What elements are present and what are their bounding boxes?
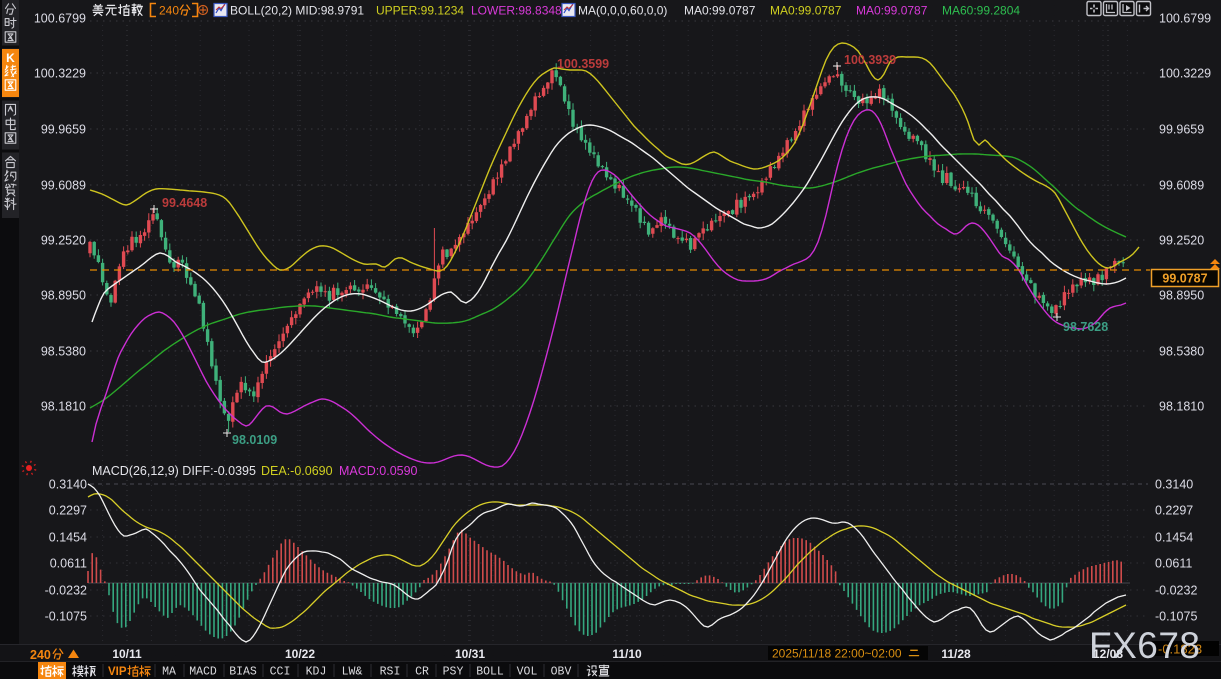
svg-text:BIAS: BIAS	[229, 666, 257, 679]
svg-text:100.3939: 100.3939	[844, 53, 896, 67]
svg-text:0.2297: 0.2297	[1155, 504, 1193, 518]
svg-text:LW&: LW&	[342, 666, 363, 679]
svg-text:0.3140: 0.3140	[1155, 478, 1193, 492]
svg-text:99.9659: 99.9659	[41, 123, 86, 137]
svg-text:MACD: MACD	[189, 666, 217, 679]
svg-text:11/10: 11/10	[612, 647, 642, 661]
svg-text:98.1810: 98.1810	[41, 400, 86, 414]
svg-text:10/22: 10/22	[285, 647, 315, 661]
svg-text:98.8950: 98.8950	[1159, 289, 1204, 303]
svg-text:100.3229: 100.3229	[1159, 67, 1211, 81]
svg-text:99.4648: 99.4648	[162, 196, 207, 210]
svg-text:98.5380: 98.5380	[41, 345, 86, 359]
svg-text:MA60:99.2804: MA60:99.2804	[942, 4, 1020, 18]
svg-text:98.5380: 98.5380	[1159, 345, 1204, 359]
svg-text:99.6089: 99.6089	[41, 179, 86, 193]
svg-text:BOLL: BOLL	[476, 666, 504, 679]
svg-text:99.2520: 99.2520	[41, 234, 86, 248]
svg-text:RSI: RSI	[380, 666, 401, 679]
svg-text:100.6799: 100.6799	[1159, 12, 1211, 26]
svg-text:DEA:-0.0690: DEA:-0.0690	[261, 464, 333, 478]
svg-text:K: K	[6, 51, 15, 65]
svg-text:MA0:99.0787: MA0:99.0787	[856, 4, 928, 18]
svg-text:100.3599: 100.3599	[557, 57, 609, 71]
svg-text:MA0:99.0787: MA0:99.0787	[770, 4, 842, 18]
svg-text:-0.1075: -0.1075	[1155, 610, 1197, 624]
svg-text:98.1810: 98.1810	[1159, 400, 1204, 414]
svg-text:MACD:0.0590: MACD:0.0590	[339, 464, 418, 478]
svg-text:10/31: 10/31	[455, 647, 485, 661]
svg-text:10/11: 10/11	[112, 647, 142, 661]
svg-text:98.0109: 98.0109	[232, 433, 277, 447]
svg-text:VOL: VOL	[517, 666, 538, 679]
svg-text:MACD(26,12,9) DIFF:-0.0395: MACD(26,12,9) DIFF:-0.0395	[92, 464, 256, 478]
svg-text:0.1454: 0.1454	[1155, 531, 1193, 545]
svg-text:CR: CR	[415, 666, 429, 679]
svg-text:240: 240	[159, 4, 179, 18]
svg-text:BOLL(20,2) MID:98.9791: BOLL(20,2) MID:98.9791	[230, 4, 364, 18]
svg-text:MA0:99.0787: MA0:99.0787	[684, 4, 756, 18]
svg-text:0.0611: 0.0611	[50, 557, 87, 571]
svg-text:MA(0,0,0,60,0,0): MA(0,0,0,60,0,0)	[578, 4, 667, 18]
svg-text:VIP: VIP	[108, 666, 127, 678]
svg-text:-0.0232: -0.0232	[45, 584, 87, 598]
svg-text:2025/11/18 22:00~02:00: 2025/11/18 22:00~02:00	[772, 647, 902, 661]
svg-text:100.3229: 100.3229	[34, 67, 86, 81]
svg-text:240: 240	[30, 648, 51, 662]
svg-text:PSY: PSY	[443, 666, 464, 679]
svg-text:-0.0232: -0.0232	[1155, 584, 1197, 598]
svg-text:99.6089: 99.6089	[1159, 179, 1204, 193]
svg-text:FX678: FX678	[1089, 625, 1201, 666]
svg-text:UPPER:99.1234: UPPER:99.1234	[376, 4, 464, 18]
svg-text:MA: MA	[162, 666, 176, 679]
svg-text:CCI: CCI	[270, 666, 291, 679]
svg-text:0.1454: 0.1454	[49, 531, 87, 545]
svg-text:98.8950: 98.8950	[41, 289, 86, 303]
svg-text:99.9659: 99.9659	[1159, 123, 1204, 137]
svg-text:0.0611: 0.0611	[1155, 557, 1192, 571]
svg-text:0.2297: 0.2297	[49, 504, 87, 518]
svg-text:99.2520: 99.2520	[1159, 234, 1204, 248]
svg-text:0.3140: 0.3140	[49, 478, 87, 492]
svg-text:OBV: OBV	[551, 666, 572, 679]
svg-text:11/28: 11/28	[941, 647, 971, 661]
svg-text:98.7628: 98.7628	[1063, 320, 1108, 334]
svg-text:LOWER:98.8348: LOWER:98.8348	[471, 4, 562, 18]
svg-text:100.6799: 100.6799	[34, 12, 86, 26]
svg-text:-0.1075: -0.1075	[45, 610, 87, 624]
svg-text:99.0787: 99.0787	[1162, 272, 1207, 286]
svg-text:KDJ: KDJ	[306, 666, 327, 679]
